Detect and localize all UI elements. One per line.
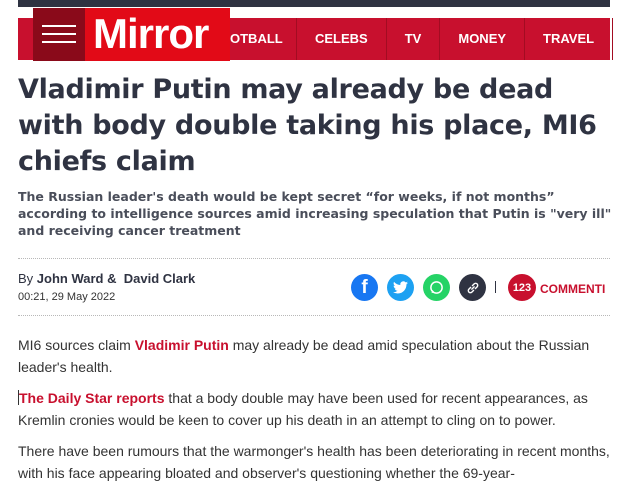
facebook-share-button[interactable]: f [351,274,378,301]
author-link[interactable]: John Ward [37,271,104,286]
hamburger-icon-line [42,25,76,27]
byline-prefix: By [18,271,34,286]
nav-celebs[interactable]: CELEBS [297,18,387,60]
article-paragraph: There have been rumours that the warmong… [18,440,618,484]
para-text: MI6 sources claim [18,337,135,353]
whatsapp-icon [430,281,443,294]
article-paragraph: MI6 sources claim Vladimir Putin may alr… [18,334,618,378]
hamburger-icon-line [42,33,76,35]
source-link[interactable]: The Daily Star reports [19,390,165,406]
publish-date: 00:21, 29 May 2022 [18,291,116,303]
twitter-share-button[interactable] [387,274,414,301]
whatsapp-share-button[interactable] [423,274,450,301]
divider [18,315,610,316]
copy-link-button[interactable] [459,274,486,301]
author-separator: & [103,271,121,286]
standfirst: The Russian leader's death would be kept… [18,189,612,238]
article-paragraph: The Daily Star reports that a body doubl… [18,387,618,431]
main-nav: OTBALL CELEBS TV MONEY TRAVEL [230,18,614,60]
nav-tv[interactable]: TV [387,18,441,60]
logo-text: Mirror [93,10,209,57]
logo[interactable]: Mirror [33,8,230,61]
menu-button[interactable] [33,8,85,61]
top-strip [18,0,610,7]
share-separator [495,281,496,293]
para-text: There have been rumours that the warmong… [18,443,610,481]
facebook-icon: f [361,276,368,298]
nav-money[interactable]: MONEY [440,18,526,60]
nav-travel[interactable]: TRAVEL [525,18,614,60]
twitter-icon [393,281,408,294]
link-icon [467,282,478,293]
comments-link[interactable]: COMMENTI [540,282,605,296]
comments-count-badge[interactable]: 123 [508,274,536,301]
byline: By John Ward & David Clark [18,271,195,286]
headline: Vladimir Putin may already be dead with … [18,74,597,177]
author-link[interactable]: David Clark [124,271,196,286]
topic-link[interactable]: Vladimir Putin [135,337,229,353]
hamburger-icon-line [42,41,76,43]
nav-football[interactable]: OTBALL [230,18,297,60]
divider [18,258,610,259]
